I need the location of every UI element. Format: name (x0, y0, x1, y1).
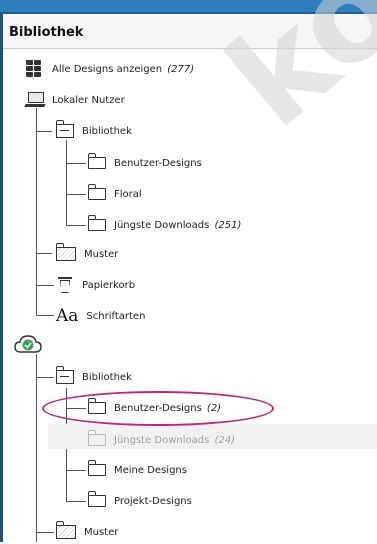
folder-icon (88, 460, 106, 476)
tree-item-all-designs[interactable]: Alle Designs anzeigen (277) (26, 57, 194, 81)
cloud-library-label: Bibliothek (82, 371, 132, 383)
library-folder-icon (56, 120, 74, 138)
tree-line (66, 408, 86, 409)
tree-item-benutzer-designs-cloud[interactable]: Benutzer-Designs (2) (88, 396, 221, 420)
tree-item-projekt-designs[interactable]: Projekt-Designs (88, 489, 192, 513)
tree-line (36, 253, 52, 254)
grid-icon (26, 60, 42, 78)
fonts-label: Schriftarten (86, 310, 146, 322)
local-library-label: Bibliothek (82, 125, 132, 137)
folder-label: Benutzer-Designs (114, 157, 202, 169)
trash-label: Papierkorb (82, 279, 136, 291)
local-user-label: Lokaler Nutzer (52, 94, 125, 106)
folder-label: Floral (114, 188, 142, 200)
tree-line (36, 532, 54, 533)
tree-item-juengste-downloads-cloud[interactable]: Jüngste Downloads (24) (88, 428, 235, 452)
tree-line (36, 131, 52, 132)
computer-user-icon (24, 91, 46, 109)
tree-item-fonts[interactable]: Aa Schriftarten (56, 304, 145, 328)
tree-line (66, 140, 67, 226)
font-icon: Aa (56, 305, 79, 326)
library-folder-icon (56, 366, 74, 384)
tree-item-local-muster[interactable]: Muster (56, 242, 118, 266)
tree-item-local-library[interactable]: Bibliothek (56, 119, 132, 143)
pattern-folder-icon (56, 521, 76, 539)
tree-item-benutzer-designs-local[interactable]: Benutzer-Designs (88, 151, 202, 175)
folder-label: Jüngste Downloads (114, 434, 210, 446)
cloud-check-icon[interactable] (14, 334, 42, 354)
tree-line (36, 377, 54, 378)
all-designs-count: (277) (167, 63, 195, 75)
tree-item-juengste-downloads-local[interactable]: Jüngste Downloads (251) (88, 213, 241, 237)
tree-line (36, 285, 54, 286)
muster-label: Muster (84, 526, 119, 538)
tree-item-trash[interactable]: Papierkorb (58, 273, 135, 297)
tree-line (66, 470, 86, 471)
all-designs-label: Alle Designs anzeigen (52, 63, 163, 75)
tree-line (66, 501, 86, 502)
folder-icon (88, 184, 106, 200)
folder-icon (88, 215, 106, 231)
folder-count: (251) (214, 219, 242, 231)
folder-label: Projekt-Designs (114, 495, 192, 507)
tree-item-local-user[interactable]: Lokaler Nutzer (24, 88, 125, 112)
folder-label: Benutzer-Designs (114, 402, 202, 414)
folder-icon (88, 398, 106, 414)
folder-count: (2) (206, 402, 222, 414)
tree-item-cloud-library[interactable]: Bibliothek (56, 365, 132, 389)
muster-label: Muster (84, 248, 119, 260)
left-edge-strip (0, 14, 3, 542)
panel-title: Bibliothek (9, 25, 84, 40)
folder-label: Jüngste Downloads (114, 219, 210, 231)
trash-icon (58, 276, 72, 294)
pattern-folder-icon (56, 243, 76, 261)
folder-icon (88, 153, 106, 169)
tree-line (66, 194, 86, 195)
tree-line (36, 354, 37, 542)
folder-label: Meine Designs (114, 464, 187, 476)
tree-line (66, 225, 86, 226)
tree-item-cloud-muster[interactable]: Muster (56, 520, 118, 544)
folder-icon (88, 491, 106, 507)
tree-line (36, 315, 54, 316)
tree-line (66, 163, 86, 164)
tree-item-floral[interactable]: Floral (88, 182, 142, 206)
folder-icon (88, 430, 106, 446)
tree-item-meine-designs[interactable]: Meine Designs (88, 458, 187, 482)
folder-count: (24) (214, 434, 235, 446)
header-divider (3, 48, 377, 49)
